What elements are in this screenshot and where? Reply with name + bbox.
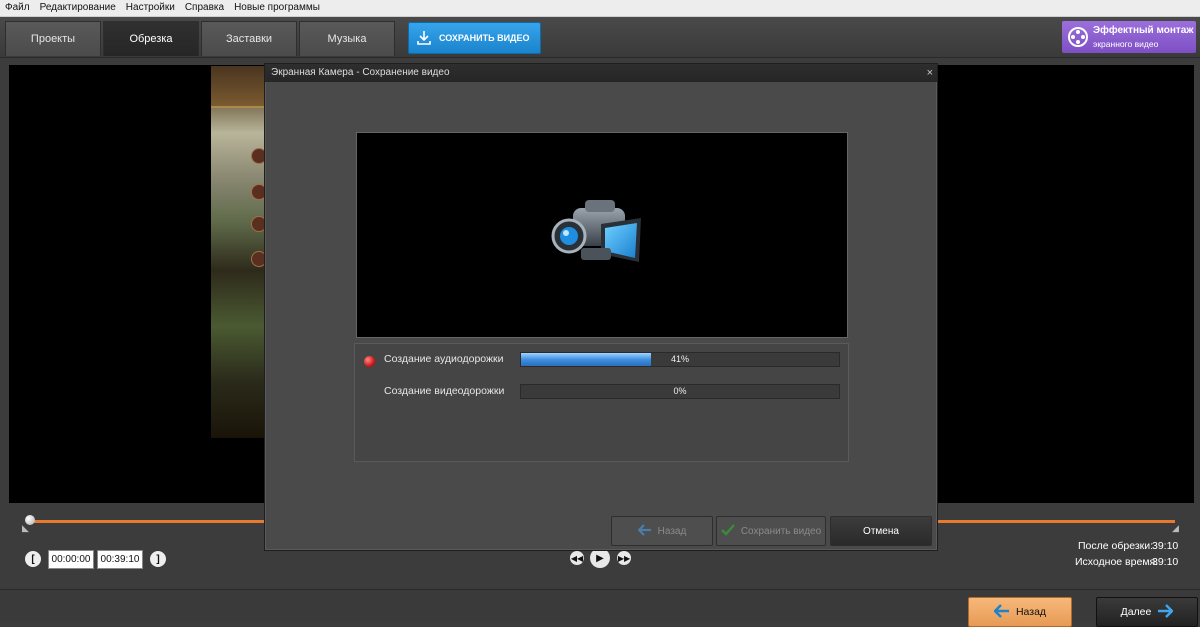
dialog-cancel-button[interactable]: Отмена xyxy=(830,516,932,546)
trim-start-marker[interactable]: ◣ xyxy=(22,523,29,534)
arrow-right-icon xyxy=(1157,603,1175,621)
dialog-back-button[interactable]: Назад xyxy=(611,516,713,546)
after-trim-label: После обрезки: xyxy=(1078,540,1154,552)
nav-next-button[interactable]: Далее xyxy=(1096,597,1198,627)
set-start-button[interactable]: [ xyxy=(25,551,41,567)
tab-trim[interactable]: Обрезка xyxy=(103,21,199,56)
set-end-button[interactable]: ] xyxy=(150,551,166,567)
arrow-left-icon xyxy=(993,603,1010,621)
progress-panel: Создание аудиодорожки 41% Создание видео… xyxy=(354,343,849,462)
tab-music[interactable]: Музыка xyxy=(299,21,395,56)
film-reel-icon xyxy=(1067,26,1089,48)
menu-settings[interactable]: Настройки xyxy=(121,0,180,16)
original-time-label: Исходное время: xyxy=(1075,556,1159,568)
arrow-left-icon xyxy=(637,523,652,539)
dialog-titlebar[interactable]: Экранная Камера - Сохранение видео × xyxy=(265,64,937,82)
video-task-label: Создание видеодорожки xyxy=(384,385,505,397)
promo-title: Эффектный монтаж xyxy=(1093,25,1194,36)
after-trim-value: 39:10 xyxy=(1152,540,1179,552)
menu-new-programs[interactable]: Новые программы xyxy=(229,0,325,16)
trim-end-marker[interactable]: ◢ xyxy=(1172,523,1179,534)
save-video-dialog: Экранная Камера - Сохранение видео × Соз… xyxy=(264,63,938,551)
save-video-label: СОХРАНИТЬ ВИДЕО xyxy=(439,33,530,43)
close-icon[interactable]: × xyxy=(927,64,933,82)
play-icon[interactable]: ▶ xyxy=(590,548,610,568)
checkmark-icon xyxy=(720,523,735,539)
dialog-back-label: Назад xyxy=(657,525,687,537)
menu-help[interactable]: Справка xyxy=(180,0,229,16)
promo-banner[interactable]: Эффектный монтаж экранного видео xyxy=(1062,21,1196,53)
original-time-value: 39:10 xyxy=(1152,556,1179,568)
fast-forward-icon[interactable]: ▶▶ xyxy=(617,551,631,565)
download-icon xyxy=(409,30,439,46)
nav-next-label: Далее xyxy=(1120,606,1152,618)
status-dot-icon xyxy=(364,356,375,367)
save-video-button[interactable]: СОХРАНИТЬ ВИДЕО xyxy=(408,22,541,54)
nav-back-label: Назад xyxy=(1015,606,1047,618)
tab-intros[interactable]: Заставки xyxy=(201,21,297,56)
menu-edit[interactable]: Редактирование xyxy=(35,0,121,16)
dialog-save-label: Сохранить видео xyxy=(740,525,822,537)
camcorder-icon xyxy=(551,200,641,262)
video-progress-bar: 0% xyxy=(520,384,840,399)
nav-back-button[interactable]: Назад xyxy=(968,597,1072,627)
menu-file[interactable]: Файл xyxy=(0,0,35,16)
audio-task-label: Создание аудиодорожки xyxy=(384,353,504,365)
audio-progress-bar: 41% xyxy=(520,352,840,367)
audio-progress-text: 41% xyxy=(670,354,689,364)
dialog-preview xyxy=(356,132,848,338)
video-frame-thumbnail xyxy=(211,66,267,438)
dialog-title: Экранная Камера - Сохранение видео xyxy=(271,67,450,78)
dialog-save-button[interactable]: Сохранить видео xyxy=(716,516,826,546)
promo-subtitle: экранного видео xyxy=(1093,39,1159,49)
start-time-field[interactable]: 00:00:00 xyxy=(48,550,94,569)
rewind-icon[interactable]: ◀◀ xyxy=(570,551,584,565)
end-time-field[interactable]: 00:39:10 xyxy=(97,550,143,569)
menu-bar: Файл Редактирование Настройки Справка Но… xyxy=(0,0,1200,17)
tab-projects[interactable]: Проекты xyxy=(5,21,101,56)
video-progress-text: 0% xyxy=(673,386,687,396)
